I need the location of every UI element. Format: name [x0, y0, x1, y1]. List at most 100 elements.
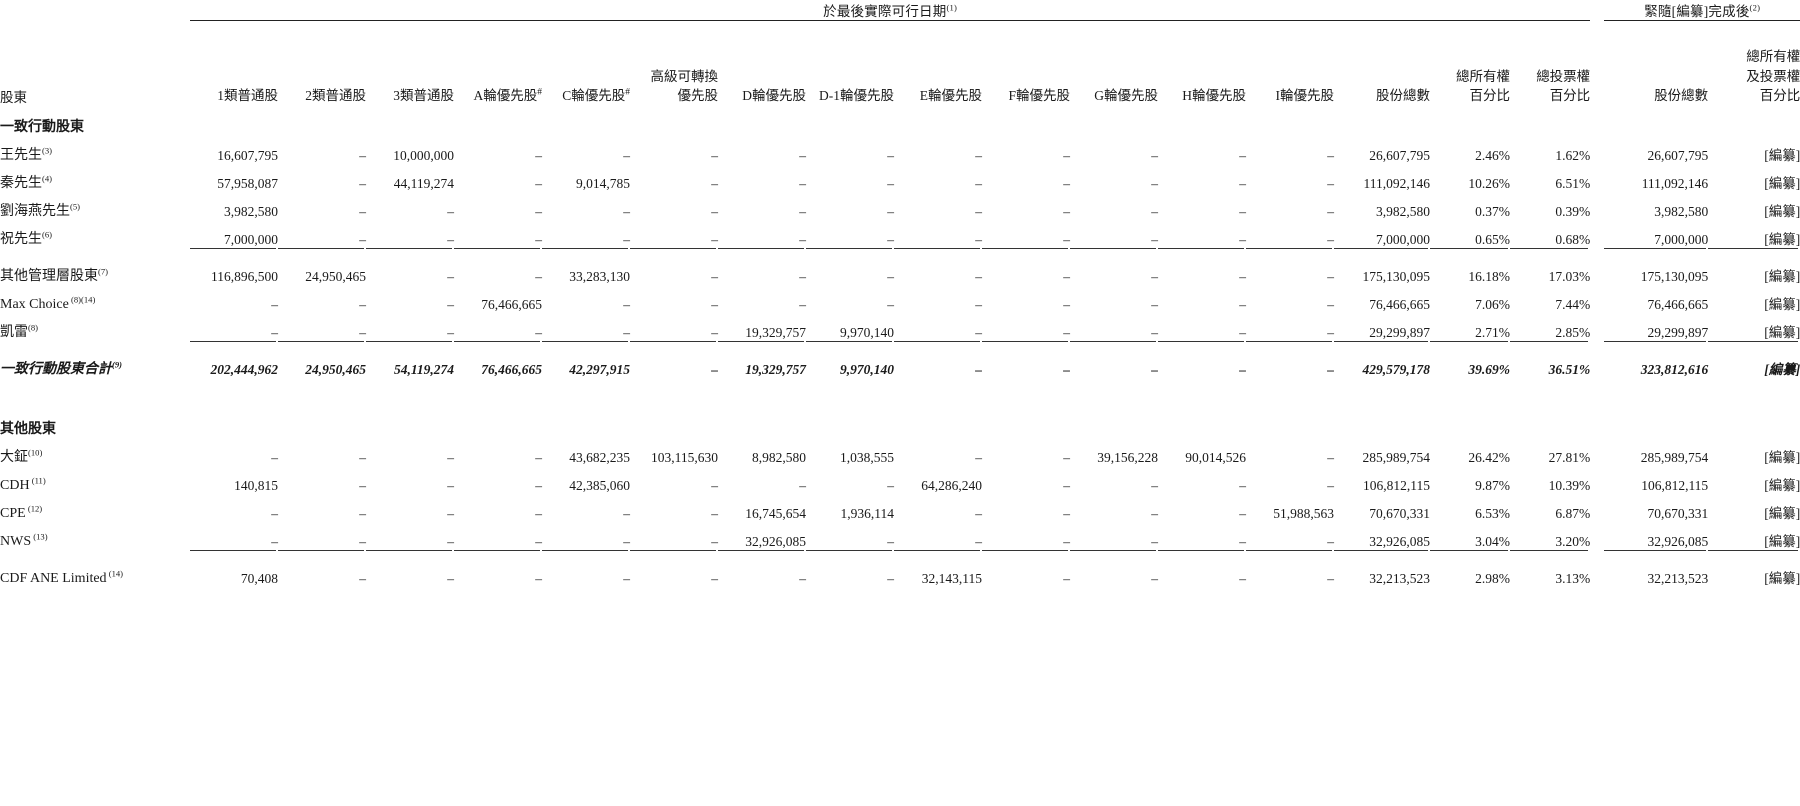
group-title-row: 於最後實際可行日期(1) 緊隨[編纂]完成後(2)	[0, 0, 1800, 20]
footnote-marker: (4)	[42, 173, 53, 184]
rule-segment	[1070, 340, 1158, 350]
rule-line	[1708, 340, 1799, 350]
cell-value: –	[447, 324, 454, 340]
rule-segment	[366, 247, 454, 257]
cell-value: –	[535, 175, 542, 191]
rule-segment	[806, 340, 894, 350]
cell-value: –	[975, 231, 982, 247]
cell-value: –	[1063, 147, 1070, 163]
cell-value: –	[1239, 203, 1246, 219]
rule-segment	[1430, 549, 1510, 559]
cell-value: –	[1151, 147, 1158, 163]
rule-line	[894, 247, 980, 257]
cell-value: –	[623, 231, 630, 247]
cell-value: –	[1063, 203, 1070, 219]
cell-value: 42,385,060	[569, 477, 630, 493]
cell-value: –	[887, 147, 894, 163]
cell-value: –	[975, 505, 982, 521]
row-label: CDH (11)	[0, 475, 46, 493]
cell-value: –	[887, 268, 894, 284]
cell-value: –	[359, 231, 366, 247]
cell-value: 9,970,140	[840, 361, 894, 377]
rule-segment	[630, 340, 718, 350]
footnote-marker: (7)	[98, 266, 109, 277]
cell-value: –	[975, 203, 982, 219]
cell-value: –	[535, 533, 542, 549]
cell-value: 16.18%	[1468, 268, 1510, 284]
rule-line	[806, 247, 892, 257]
rule-segment	[366, 549, 454, 559]
cell-value: –	[799, 296, 806, 312]
footnote-marker: #	[625, 87, 630, 98]
subtotal-rule-row	[0, 247, 1800, 257]
rule-line	[1708, 247, 1799, 257]
rule-segment	[1070, 549, 1158, 559]
rule-line	[1334, 549, 1428, 559]
cell-value: –	[1151, 175, 1158, 191]
cell-value: –	[1327, 296, 1334, 312]
rule-segment	[894, 340, 982, 350]
cell-value: –	[447, 449, 454, 465]
cell-value: –	[535, 477, 542, 493]
column-header-line: 3類普通股	[393, 88, 454, 104]
footnote-marker: (14)	[106, 568, 124, 579]
rule-segment	[1430, 340, 1510, 350]
redacted-value: [編纂]	[1764, 449, 1800, 465]
cell-value: –	[1151, 505, 1158, 521]
rule-line	[1604, 247, 1707, 257]
table-row: 王先生(3) 16,607,795 – 10,000,000 – – – – – – – – – – 26,…	[0, 136, 1800, 164]
column-header: A輪優先股#	[454, 47, 543, 106]
column-gap	[1590, 559, 1604, 587]
cell-value: 7,000,000	[1654, 231, 1709, 247]
cell-value: –	[887, 570, 894, 586]
cell-value: –	[975, 175, 982, 191]
redacted-value: [編纂]	[1764, 505, 1800, 521]
rule-segment	[894, 549, 982, 559]
column-header: I輪優先股	[1246, 47, 1335, 106]
cell-value: 76,466,665	[1647, 296, 1709, 312]
table-row: CDF ANE Limited (14) 70,408 – – – – – – – 32,143,…	[0, 559, 1800, 587]
header-spacer-row	[0, 21, 1800, 48]
cell-value: –	[711, 296, 718, 312]
cell-value: 26,607,795	[1369, 147, 1430, 163]
column-header-line: 1類普通股	[217, 88, 278, 104]
rule-segment	[718, 549, 806, 559]
cell-value: 9.87%	[1475, 477, 1510, 493]
rule-line	[630, 247, 716, 257]
cell-value: –	[711, 268, 718, 284]
footnote-marker: (12)	[25, 503, 43, 514]
rule-segment	[1246, 340, 1334, 350]
column-gap	[1590, 220, 1604, 248]
cell-value: –	[1063, 231, 1070, 247]
rule-line	[366, 340, 452, 350]
cell-value: –	[1239, 175, 1246, 191]
cell-value: –	[887, 175, 894, 191]
cell-value: –	[1239, 268, 1246, 284]
cell-value: –	[271, 296, 278, 312]
cell-value: –	[359, 449, 366, 465]
column-gap	[1590, 438, 1604, 466]
cell-value: 9,970,140	[840, 324, 894, 340]
section-title-fill	[190, 408, 1800, 438]
cell-value: –	[1151, 533, 1158, 549]
cell-value: –	[1063, 324, 1070, 340]
rule-line	[278, 247, 364, 257]
cell-value: 175,130,095	[1640, 268, 1709, 284]
column-header-line: 總投票權	[1536, 68, 1591, 84]
cell-value: –	[535, 231, 542, 247]
rule-segment	[1334, 549, 1430, 559]
cell-value: –	[623, 147, 630, 163]
cell-value: –	[887, 477, 894, 493]
cell-value: 140,815	[234, 477, 278, 493]
rule-line	[454, 247, 540, 257]
column-header: 股份總數	[1604, 47, 1708, 106]
cell-value: –	[359, 533, 366, 549]
rule-line	[454, 340, 540, 350]
cell-value: –	[535, 268, 542, 284]
column-header: 高級可轉換 優先股	[630, 47, 719, 106]
table-row: CPE (12) – – – – – – 16,745,654 1,936,114 – – – – 51,…	[0, 494, 1800, 522]
rule-row-label-cell	[0, 248, 190, 257]
column-gap	[1590, 136, 1604, 164]
cell-value: 36.51%	[1548, 361, 1591, 377]
section-title-row: 一致行動股東	[0, 106, 1800, 136]
